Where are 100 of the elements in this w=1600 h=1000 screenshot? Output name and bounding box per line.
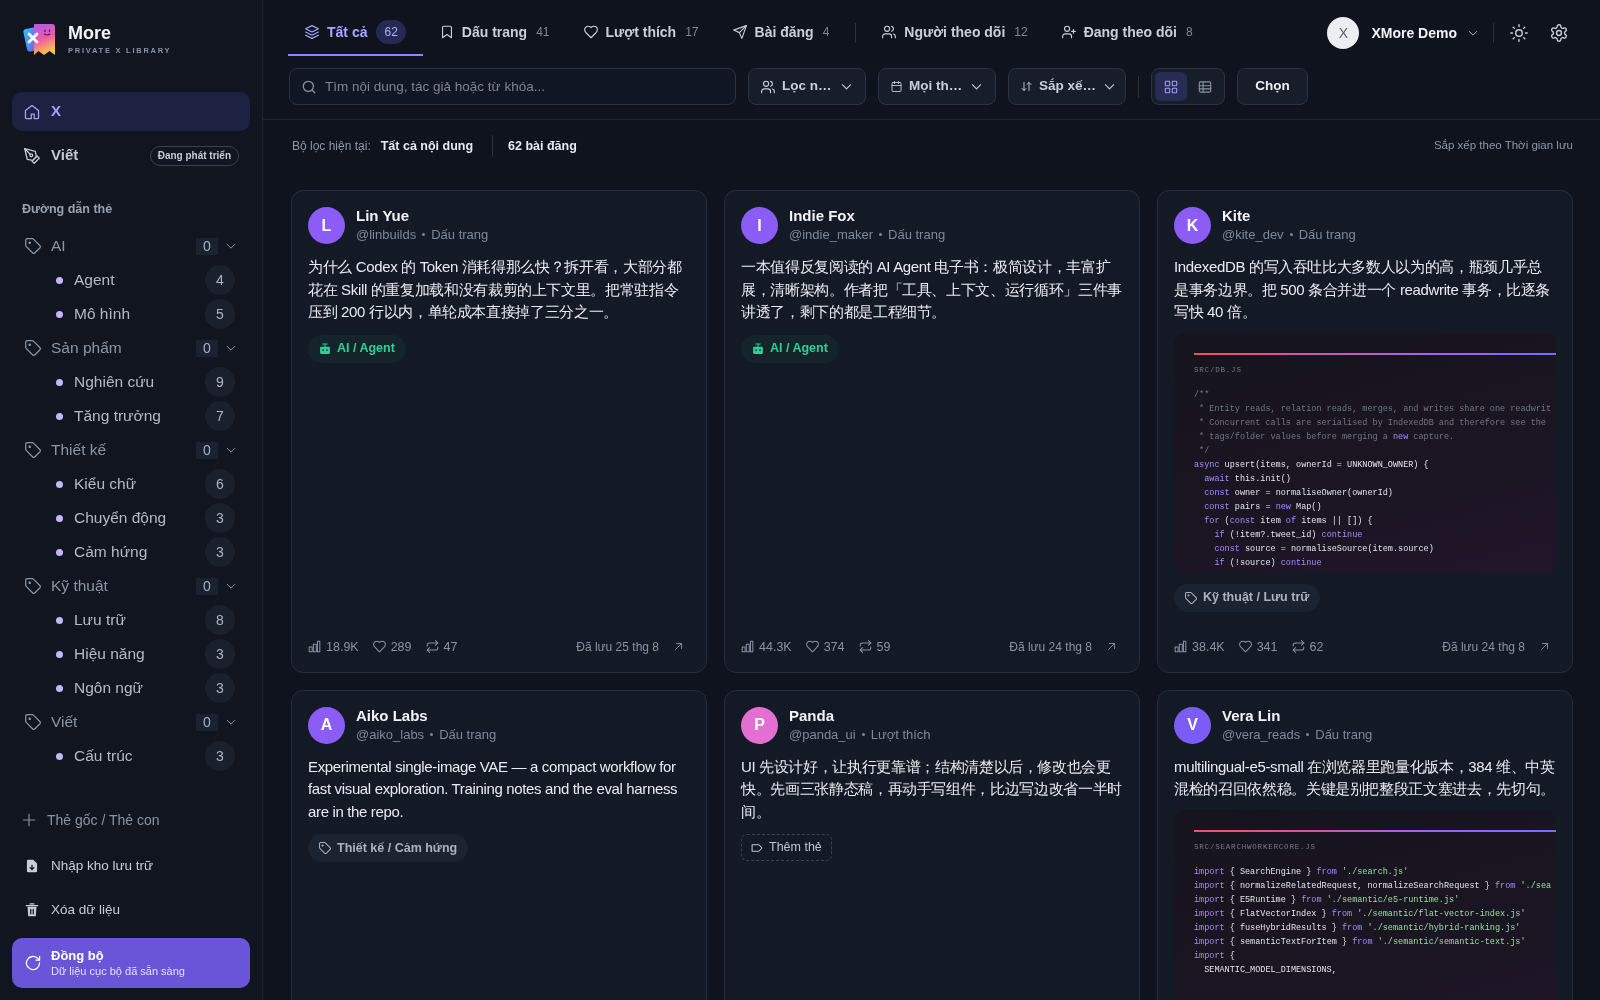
code-line: await this.init() <box>1203 472 1291 486</box>
like-count: 374 <box>823 638 845 656</box>
author-handle: @aiko_labs <box>356 725 425 744</box>
delete-button[interactable]: Xóa dữ liệu <box>12 892 121 928</box>
tag-chip[interactable]: AI / Agent <box>308 334 406 363</box>
code-line: SEMANTIC_MODEL_DIMENSIONS, <box>1203 963 1337 977</box>
count-badge: 3 <box>205 741 235 771</box>
code-line: import { semanticTextForItem } from './semantic/semantic-text.js' <box>1194 935 1526 949</box>
tab[interactable]: Dấu trang 41 <box>422 0 567 56</box>
filter-dropdown[interactable]: Lọc n… <box>748 68 866 105</box>
dot-icon <box>56 310 63 318</box>
plus-icon <box>22 813 36 827</box>
heart-icon[interactable] <box>1238 640 1252 653</box>
select-button[interactable]: Chọn <box>1237 68 1308 105</box>
tag-chip[interactable]: Thêm thẻ <box>741 834 832 861</box>
count-badge: 0 <box>196 441 218 459</box>
avatar: L <box>308 207 345 244</box>
tree-item[interactable]: Mô hình <box>12 297 205 331</box>
post-count: 62 bài đăng <box>508 137 577 155</box>
tree-item[interactable]: Kiểu chữ <box>12 467 205 501</box>
count-badge: 0 <box>196 713 218 731</box>
refresh-icon <box>25 955 41 971</box>
code-line: */ <box>1198 444 1210 458</box>
nav-item[interactable]: Viết <box>12 136 150 175</box>
tab[interactable]: Bài đăng 4 <box>715 0 847 56</box>
heart-icon[interactable] <box>372 640 386 653</box>
tree-item[interactable]: Cảm hứng <box>12 535 205 569</box>
search-field[interactable]: Tìm nội dung, tác giả hoặc từ khóa... <box>289 68 736 105</box>
grid-view-button[interactable] <box>1155 72 1187 101</box>
saved-date: Đã lưu 24 thg 8 <box>1009 638 1092 656</box>
arrow-up-right-icon[interactable] <box>1106 641 1117 652</box>
filter-dropdown[interactable]: Mọi th… <box>878 68 996 105</box>
tab[interactable]: Tất cả 62 <box>288 0 423 56</box>
tag-chip[interactable]: Kỹ thuật / Lưu trữ <box>1174 583 1321 612</box>
search-icon <box>302 79 316 94</box>
repost-icon[interactable] <box>1291 640 1305 653</box>
dot-icon <box>56 616 63 624</box>
sort-icon <box>1021 81 1032 92</box>
tree-item[interactable]: Viết <box>12 705 196 739</box>
tag-icon <box>25 714 41 730</box>
tab[interactable]: Người theo dõi 12 <box>865 0 1045 56</box>
tree-item[interactable]: Tăng trưởng <box>12 399 205 433</box>
settings-icon[interactable] <box>1550 24 1568 42</box>
grid-icon <box>1164 79 1178 94</box>
code-line: const source = normaliseSource(item.source) <box>1213 542 1434 556</box>
import-button[interactable]: Nhập kho lưu trữ <box>12 848 154 884</box>
post-text: IndexedDB 的写入吞吐比大多数人以为的高，瓶颈几乎总是事务边界。把 500 条合并进一个 readwrite 事务，比逐条写快 40 倍。 <box>1174 257 1552 322</box>
tree-item[interactable]: Sản phẩm <box>12 331 196 365</box>
code-line: const pairs = new Map() <box>1203 500 1322 514</box>
repost-icon[interactable] <box>425 640 439 653</box>
repost-icon[interactable] <box>858 640 872 653</box>
sync-button[interactable]: Đồng bộ Dữ liệu cục bộ đã sẵn sàng <box>12 938 250 988</box>
heart-icon[interactable] <box>805 640 819 653</box>
tree-item[interactable]: Hiệu năng <box>12 637 205 671</box>
tag-chip[interactable]: Thiết kế / Cảm hứng <box>308 834 469 862</box>
code-line: * Entity reads, relation reads, merges, and writes share one readwrit <box>1198 402 1552 416</box>
arrow-up-right-icon[interactable] <box>673 641 684 652</box>
dot-icon <box>56 514 63 522</box>
dot-icon <box>56 378 63 386</box>
add-tag-button[interactable]: Thẻ gốc / Thẻ con <box>12 803 160 837</box>
tree-item[interactable]: Cấu trúc <box>12 739 205 773</box>
tree-item[interactable]: Agent <box>12 263 205 297</box>
tab[interactable]: Lượt thích 17 <box>566 0 716 56</box>
sun-icon[interactable] <box>1510 24 1528 42</box>
author-name: Vera Lin <box>1222 706 1281 725</box>
nav-item[interactable]: X <box>12 92 250 131</box>
account-button[interactable]: X XMore Demo <box>1327 17 1479 49</box>
repost-count: 47 <box>443 638 458 656</box>
author-name: Kite <box>1222 207 1251 225</box>
repost-count: 62 <box>1309 638 1324 656</box>
author-name: Aiko Labs <box>356 706 428 725</box>
arrow-up-right-icon[interactable] <box>1539 641 1550 652</box>
author-handle: @vera_reads <box>1222 725 1301 744</box>
post-source: Dấu trang <box>439 725 497 744</box>
layers-icon <box>305 25 319 39</box>
dot-icon <box>56 752 63 760</box>
avatar: I <box>741 207 778 244</box>
tree-item[interactable]: AI <box>12 229 196 263</box>
view-count: 44.3K <box>759 638 792 656</box>
tree-item[interactable]: Lưu trữ <box>12 603 205 637</box>
avatar: V <box>1174 706 1211 744</box>
section-title: Đường dẫn thẻ <box>22 200 113 218</box>
tab[interactable]: Đang theo dõi 8 <box>1044 0 1210 56</box>
count-badge: 0 <box>196 339 218 357</box>
code-line: import { normalizeRelatedRequest, normalizeSearchRequest } from './sea <box>1194 879 1552 893</box>
tree-item[interactable]: Ngôn ngữ <box>12 671 205 705</box>
code-line: import { SearchEngine } from './search.js' <box>1194 865 1409 879</box>
avatar: K <box>1174 207 1211 244</box>
tree-item[interactable]: Nghiên cứu <box>12 365 205 399</box>
tag-chip[interactable]: AI / Agent <box>741 334 839 363</box>
post-source: Dấu trang <box>431 226 489 244</box>
tree-item[interactable]: Thiết kế <box>12 433 196 467</box>
count-badge: 3 <box>205 673 235 703</box>
code-line: for (const item of items || []) { <box>1203 514 1373 528</box>
view-count: 38.4K <box>1192 638 1225 656</box>
tree-item[interactable]: Kỹ thuật <box>12 569 196 603</box>
tag-icon <box>25 340 41 356</box>
tree-item[interactable]: Chuyển động <box>12 501 205 535</box>
bar-chart-icon <box>308 640 321 653</box>
filter-dropdown[interactable]: Sắp xế… <box>1008 68 1126 105</box>
